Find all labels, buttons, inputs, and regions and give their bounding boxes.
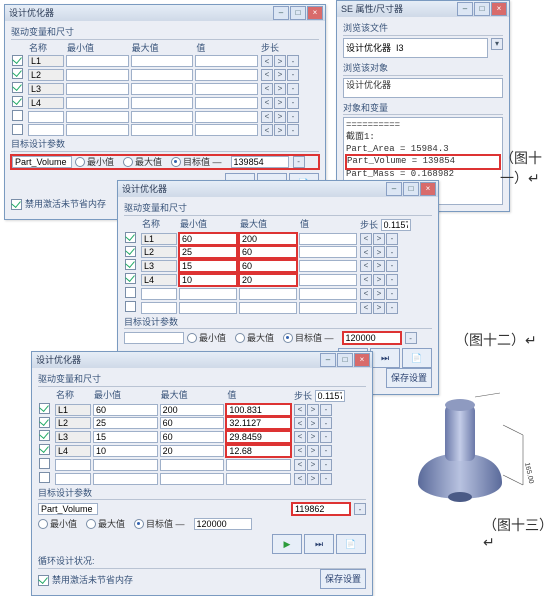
name-field[interactable] — [28, 55, 64, 67]
vars-table: 名称最小值最大值值步长 <>- <>- <>- <>- <>- <>- — [38, 389, 366, 486]
target-name-field[interactable] — [12, 156, 72, 168]
group-target: 目标设计参数 — [11, 139, 319, 152]
table-row: <>- — [11, 110, 319, 124]
table-row: <>- — [11, 82, 319, 96]
title-bar[interactable]: 设计优化器 – □ × — [32, 352, 372, 368]
table-row: <>- — [38, 430, 366, 444]
table-row: <>- — [38, 444, 366, 458]
table-row: <>- — [11, 124, 319, 138]
min-button[interactable]: – — [273, 6, 289, 20]
target-value-field[interactable] — [343, 332, 401, 344]
target-value-field[interactable] — [231, 156, 289, 168]
table-row: <>- — [124, 246, 432, 260]
radio-max[interactable]: 最大值 — [123, 157, 162, 168]
vars-table: 名称最小值最大值值步长 <>- <>- <>- <>- <>- <>- — [11, 42, 319, 138]
table-row: <>- — [38, 403, 366, 417]
table-row: <>- — [11, 68, 319, 82]
info-line-volume: Part_Volume = 139854 — [346, 155, 500, 169]
table-row: <>- — [11, 96, 319, 110]
table-row: <>- — [38, 472, 366, 486]
info-line: ========== — [346, 120, 500, 132]
target-row: 最小值 最大值 目标值 — - — [124, 332, 432, 344]
dimension-label: 165.00 — [523, 462, 534, 485]
window-title: SE 属性/尺寸器 — [341, 4, 456, 15]
figure-label-12: （图十二）↵ — [455, 330, 537, 350]
figure-label-11: （图十一）↵ — [500, 148, 560, 188]
window-title: 设计优化器 — [122, 184, 385, 195]
disable-check[interactable]: 禁用激活未节省内存 — [11, 199, 106, 210]
figure-label-13: （图十三）↵ — [483, 515, 560, 552]
target-current-field[interactable] — [292, 503, 350, 515]
group-drive: 驱动变量和尺寸 — [11, 27, 319, 40]
title-bar[interactable]: SE 属性/尺寸器 – □ × — [337, 1, 509, 17]
file-select[interactable] — [343, 38, 488, 58]
title-bar[interactable]: 设计优化器 – □ × — [118, 181, 438, 197]
title-bar[interactable]: 设计优化器 – □ × — [5, 5, 325, 21]
row-check[interactable] — [12, 55, 23, 66]
info-line: 截面1: — [346, 132, 500, 144]
table-row: <>- — [38, 458, 366, 472]
table-row: <>- — [124, 301, 432, 315]
group-obj: 浏览该对象 — [343, 63, 503, 76]
table-row: <>- — [124, 232, 432, 246]
target-row: - — [38, 503, 366, 515]
table-row: <>- — [11, 55, 319, 69]
radio-min[interactable]: 最小值 — [75, 157, 114, 168]
vars-table: 名称最小值最大值值步长 <>- <>- <>- <>- <>- <>- — [124, 218, 432, 315]
object-field[interactable]: 设计优化器 — [343, 78, 503, 98]
part-3d-view: 165.00 — [395, 385, 545, 515]
radio-target[interactable]: 目标值 — — [171, 157, 222, 168]
max-button[interactable]: □ — [290, 6, 306, 20]
window-title: 设计优化器 — [9, 8, 272, 19]
table-row: <>- — [124, 259, 432, 273]
info-line: Part_Area = 15984.3 — [346, 144, 500, 156]
group-vars: 对象和变量 — [343, 103, 503, 116]
table-row: <>- — [124, 273, 432, 287]
target-row: 最小值 最大值 目标值 — - — [11, 155, 319, 169]
table-row: <>- — [124, 287, 432, 301]
table-row: <>- — [38, 417, 366, 431]
close-button[interactable]: × — [307, 6, 323, 20]
group-file: 浏览该文件 — [343, 23, 503, 36]
step-left[interactable]: < — [261, 55, 273, 67]
